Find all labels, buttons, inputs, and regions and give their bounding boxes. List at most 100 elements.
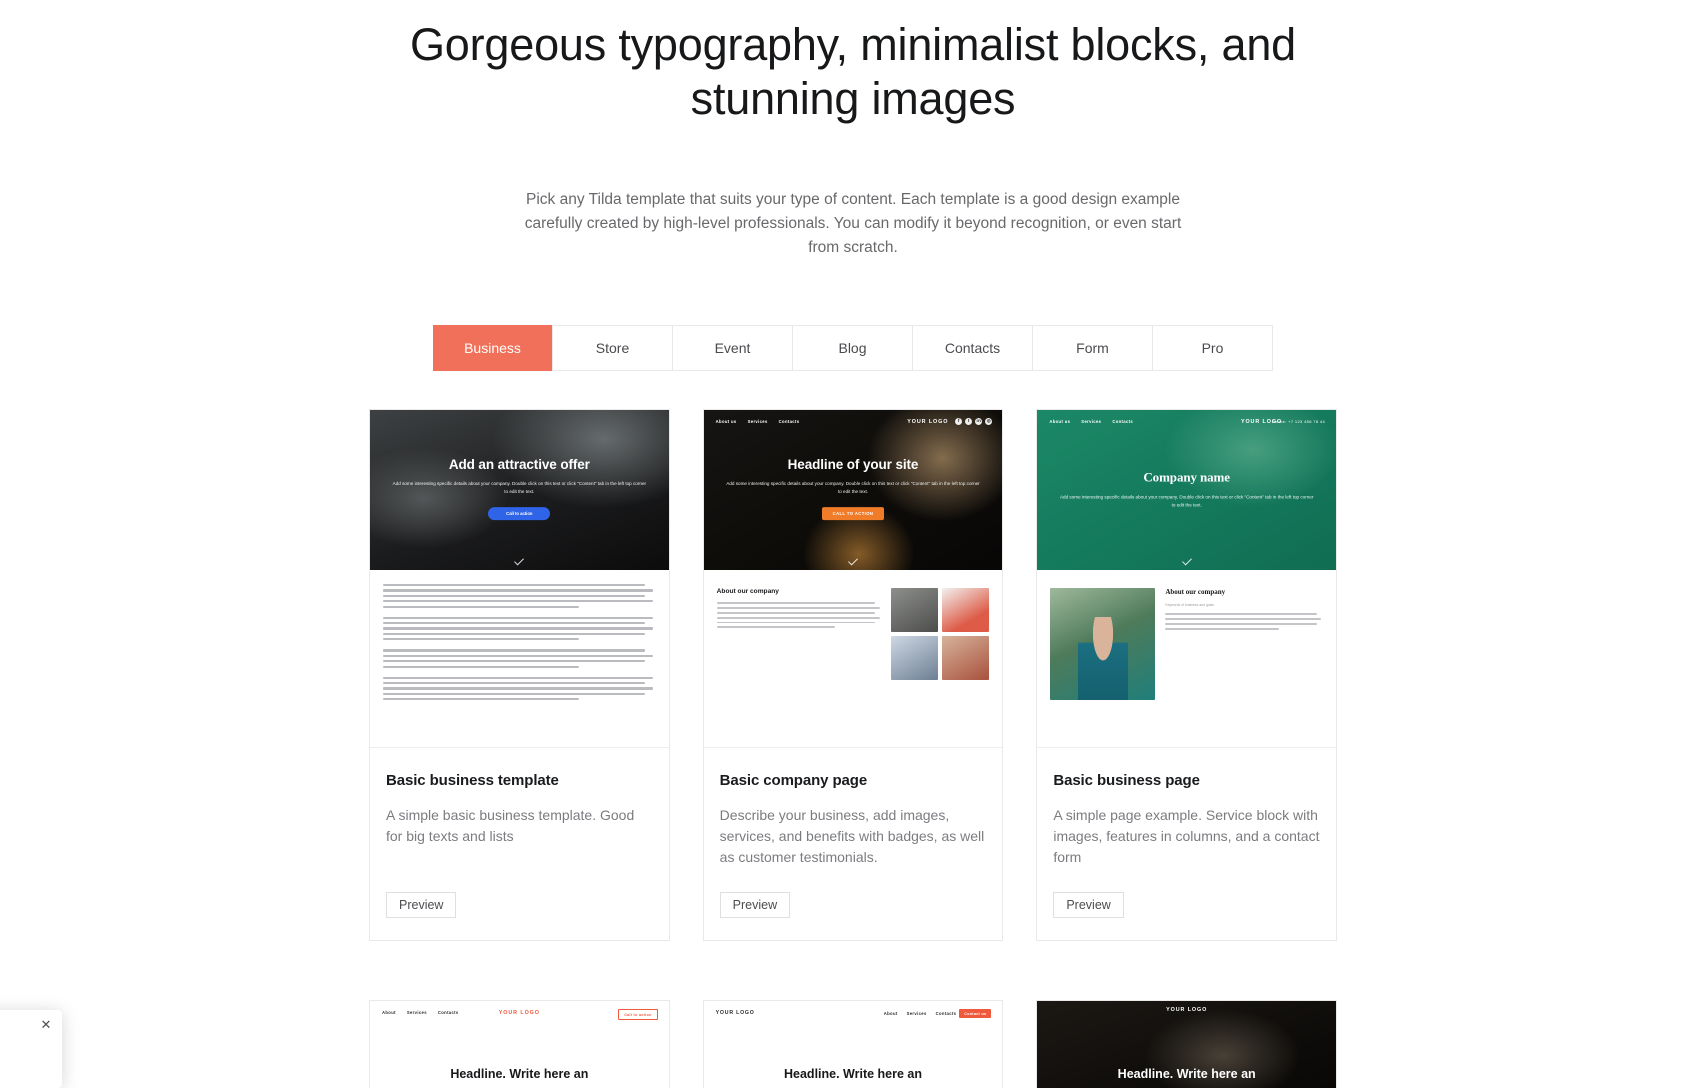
facebook-icon: f	[955, 418, 963, 425]
page-subtitle: Pick any Tilda template that suits your …	[524, 191, 1182, 256]
template-card[interactable]: About us Services Contacts YOUR LOGO f t…	[702, 409, 1004, 941]
template-card[interactable]: YOUR LOGO About Services Contacts Contac…	[702, 1000, 1004, 1088]
thumb-cta-chip: Contact us	[959, 1009, 992, 1018]
twitter-icon: t	[965, 418, 973, 425]
thumb-paragraph	[383, 616, 656, 641]
tab-business[interactable]: Business	[433, 325, 552, 371]
thumb-portrait-photo	[1050, 588, 1156, 700]
template-thumbnail: YOUR LOGO Headline. Write here an	[1037, 1001, 1337, 1088]
preview-button[interactable]: Preview	[719, 892, 791, 918]
template-thumbnail: About Services Contacts YOUR LOGO Call t…	[370, 1001, 669, 1088]
thumb-nav-links: About Services Contacts	[884, 1011, 957, 1016]
thumb-hero: About us Services Contacts YOUR LOGO Pho…	[1037, 410, 1337, 570]
card-title: Basic business page	[1053, 772, 1200, 789]
about-subtitle: Keywords of business and goals	[1165, 603, 1214, 607]
nav-link-about: About us	[1049, 419, 1071, 424]
thumb-hero: About us Services Contacts YOUR LOGO f t…	[703, 410, 1003, 570]
card-title: Basic company page	[719, 772, 868, 789]
thumb-nav-links: About us Services Contacts	[716, 419, 800, 424]
thumb-hero: YOUR LOGO About Services Contacts Contac…	[703, 1001, 1003, 1088]
templates-gallery-page: Gorgeous typography, minimalist blocks, …	[0, 0, 1706, 1088]
hero-subtext: Add some interesting specific details ab…	[726, 481, 980, 494]
thumb-logo: YOUR LOGO	[907, 418, 949, 425]
template-thumbnail: Add an attractive offer Add some interes…	[370, 410, 669, 748]
page-title: Gorgeous typography, minimalist blocks, …	[410, 19, 1296, 124]
card-text: Basic company page Describe your busines…	[704, 748, 1003, 868]
cookie-notice: ✕ to ence.	[0, 1010, 62, 1088]
card-description: A simple basic business template. Good f…	[386, 807, 635, 844]
thumb-about-section: About our company Keywords of business a…	[1037, 570, 1336, 700]
tab-blog[interactable]: Blog	[792, 326, 912, 370]
thumb-paragraph	[383, 676, 656, 701]
template-card[interactable]: About Services Contacts YOUR LOGO Call t…	[369, 1000, 670, 1088]
template-thumbnail: YOUR LOGO About Services Contacts Contac…	[703, 1001, 1003, 1088]
tab-form[interactable]: Form	[1032, 326, 1152, 370]
tab-contacts[interactable]: Contacts	[912, 326, 1032, 370]
nav-link-contacts: Contacts	[935, 1010, 957, 1016]
card-text: Basic business template A simple basic b…	[370, 748, 669, 868]
tab-pro[interactable]: Pro	[1152, 326, 1272, 370]
thumb-logo: YOUR LOGO	[715, 1010, 755, 1016]
tab-event[interactable]: Event	[672, 326, 792, 370]
thumb-logo: YOUR LOGO	[498, 1009, 540, 1016]
hero-subtext: Add some interesting specific details ab…	[1059, 494, 1314, 508]
nav-link-services: Services	[747, 419, 768, 424]
template-card-grid: Add an attractive offer Add some interes…	[369, 409, 1338, 941]
template-card[interactable]: About us Services Contacts YOUR LOGO Pho…	[1036, 409, 1338, 941]
nav-link-services: Services	[906, 1010, 927, 1016]
hero-cta-button: Call to action	[488, 507, 551, 521]
card-title: Basic business template	[386, 772, 559, 789]
nav-link-contacts: Contacts	[778, 419, 800, 424]
instagram-icon: ◎	[985, 418, 993, 425]
template-card[interactable]: Add an attractive offer Add some interes…	[369, 409, 670, 941]
thumb-nav: About us Services Contacts YOUR LOGO Pho…	[1037, 419, 1336, 425]
template-thumbnail: About us Services Contacts YOUR LOGO Pho…	[1037, 410, 1337, 748]
hero-subtext: Add some interesting specific details ab…	[392, 481, 647, 494]
hero-content: Add an attractive offer Add some interes…	[370, 457, 669, 521]
template-card-grid-row2: About Services Contacts YOUR LOGO Call t…	[369, 1000, 1338, 1088]
nav-link-contacts: Contacts	[437, 1010, 459, 1015]
hero-headline: Add an attractive offer	[448, 457, 590, 473]
preview-button[interactable]: Preview	[1053, 892, 1124, 918]
thumb-logo: YOUR LOGO	[1166, 1007, 1208, 1013]
thumb-paragraph	[383, 584, 656, 608]
nav-link-about: About us	[715, 419, 737, 424]
preview-button[interactable]: Preview	[386, 892, 457, 918]
hero-content: Headline of your site Add some interesti…	[704, 457, 1003, 521]
nav-link-about: About	[883, 1010, 898, 1016]
hero-cta-button: CALL TO ACTION	[822, 507, 884, 521]
social-icons: f t in ◎	[955, 418, 993, 425]
card-footer: Preview	[704, 868, 1003, 940]
hero-content: Company name Add some interesting specif…	[1037, 470, 1336, 509]
category-tabs: Business Store Event Blog Contacts Form …	[433, 325, 1273, 371]
nav-link-services: Services	[406, 1010, 427, 1015]
template-card[interactable]: YOUR LOGO Headline. Write here an	[1036, 1000, 1338, 1088]
card-text: Basic business page A simple page exampl…	[1037, 748, 1336, 868]
thumb-headline: Headline. Write here an	[1117, 1067, 1256, 1081]
thumb-nav: About us Services Contacts YOUR LOGO f t…	[704, 418, 1003, 425]
about-photo-grid	[891, 588, 990, 680]
thumb-cta-chip: Call to action	[618, 1009, 658, 1020]
thumb-nav: About Services Contacts YOUR LOGO Call t…	[370, 1009, 669, 1020]
thumb-photo	[942, 588, 990, 632]
card-description: Describe your business, add images, serv…	[719, 807, 985, 865]
thumb-photo	[891, 588, 939, 632]
about-text: About our company Keywords of business a…	[1165, 588, 1323, 700]
thumb-hero: Add an attractive offer Add some interes…	[370, 410, 669, 570]
card-footer: Preview	[1037, 868, 1336, 940]
card-description: A simple page example. Service block wit…	[1053, 807, 1320, 865]
about-title: About our company	[1165, 588, 1226, 596]
close-icon[interactable]: ✕	[39, 1018, 53, 1032]
thumb-phone: Phone: +7 123 456 78 44	[1271, 419, 1326, 424]
thumb-nav-links: About Services Contacts	[382, 1010, 459, 1015]
about-text: About our company	[716, 588, 882, 680]
thumb-photo	[942, 636, 990, 680]
thumb-nav: YOUR LOGO About Services Contacts Contac…	[704, 1009, 1003, 1018]
thumb-body	[370, 570, 669, 701]
thumb-about-section: About our company	[704, 570, 1003, 680]
nav-link-contacts: Contacts	[1112, 419, 1134, 424]
nav-link-about: About	[382, 1010, 396, 1015]
tab-store[interactable]: Store	[552, 326, 672, 370]
thumb-hero: About Services Contacts YOUR LOGO Call t…	[370, 1001, 669, 1088]
hero-headline: Company name	[1143, 469, 1230, 485]
